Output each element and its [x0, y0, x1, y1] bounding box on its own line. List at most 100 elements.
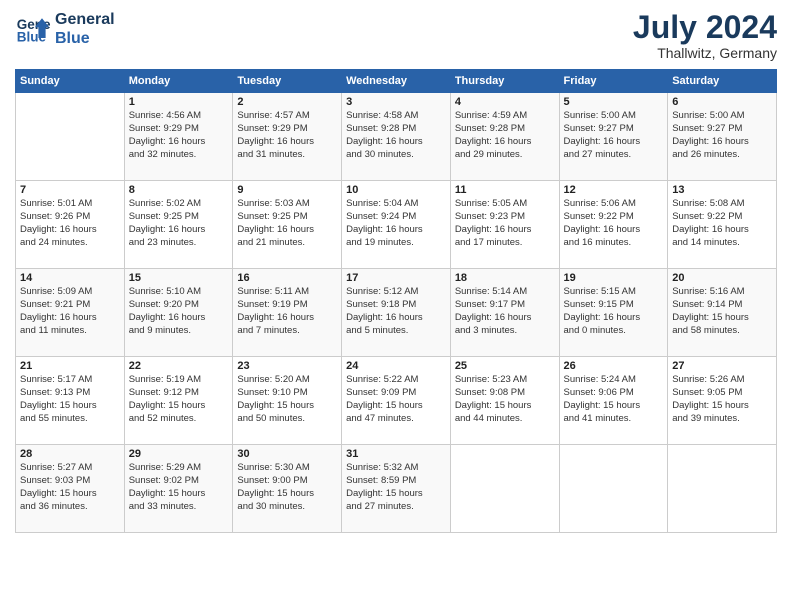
- day-info: Sunrise: 5:23 AMSunset: 9:08 PMDaylight:…: [455, 374, 555, 425]
- day-number: 7: [20, 184, 120, 196]
- day-number: 6: [672, 96, 772, 108]
- logo-icon: General Blue: [15, 11, 51, 47]
- day-number: 22: [129, 360, 229, 372]
- calendar-cell: 10 Sunrise: 5:04 AMSunset: 9:24 PMDayligh…: [342, 181, 451, 269]
- calendar-cell: 14 Sunrise: 5:09 AMSunset: 9:21 PMDayligh…: [16, 269, 125, 357]
- calendar-cell: 8 Sunrise: 5:02 AMSunset: 9:25 PMDaylight…: [124, 181, 233, 269]
- calendar-cell: 23 Sunrise: 5:20 AMSunset: 9:10 PMDayligh…: [233, 357, 342, 445]
- day-info: Sunrise: 5:01 AMSunset: 9:26 PMDaylight:…: [20, 198, 120, 249]
- week-row-1: 1Sunrise: 4:56 AMSunset: 9:29 PMDaylight…: [16, 93, 777, 181]
- calendar-cell: 21Sunrise: 5:17 AMSunset: 9:13 PMDayligh…: [16, 357, 125, 445]
- calendar-table: Sunday Monday Tuesday Wednesday Thursday…: [15, 69, 777, 533]
- day-number: 19: [564, 272, 664, 284]
- col-saturday: Saturday: [668, 70, 777, 93]
- day-info: Sunrise: 5:08 AMSunset: 9:22 PMDaylight:…: [672, 198, 772, 249]
- day-info: Sunrise: 5:09 AMSunset: 9:21 PMDaylight:…: [20, 286, 120, 337]
- calendar-cell: 16 Sunrise: 5:11 AMSunset: 9:19 PMDayligh…: [233, 269, 342, 357]
- week-row-5: 28 Sunrise: 5:27 AMSunset: 9:03 PMDayligh…: [16, 445, 777, 533]
- day-info: Sunrise: 5:14 AMSunset: 9:17 PMDaylight:…: [455, 286, 555, 337]
- calendar-cell: [668, 445, 777, 533]
- day-number: 23: [237, 360, 337, 372]
- day-info: Sunrise: 5:00 AMSunset: 9:27 PMDaylight:…: [564, 110, 664, 161]
- day-info: Sunrise: 5:17 AMSunset: 9:13 PMDaylight:…: [20, 374, 120, 425]
- month-title: July 2024: [633, 10, 777, 45]
- day-info: Sunrise: 5:24 AMSunset: 9:06 PMDaylight:…: [564, 374, 664, 425]
- calendar-cell: 26 Sunrise: 5:24 AMSunset: 9:06 PMDayligh…: [559, 357, 668, 445]
- day-info: Sunrise: 5:12 AMSunset: 9:18 PMDaylight:…: [346, 286, 446, 337]
- week-row-2: 7 Sunrise: 5:01 AMSunset: 9:26 PMDaylight…: [16, 181, 777, 269]
- calendar-cell: 20Sunrise: 5:16 AMSunset: 9:14 PMDayligh…: [668, 269, 777, 357]
- calendar-cell: [16, 93, 125, 181]
- day-number: 27: [672, 360, 772, 372]
- calendar-cell: 17Sunrise: 5:12 AMSunset: 9:18 PMDayligh…: [342, 269, 451, 357]
- calendar-cell: [450, 445, 559, 533]
- calendar-cell: 31Sunrise: 5:32 AMSunset: 8:59 PMDayligh…: [342, 445, 451, 533]
- day-info: Sunrise: 5:02 AMSunset: 9:25 PMDaylight:…: [129, 198, 229, 249]
- day-info: Sunrise: 5:11 AMSunset: 9:19 PMDaylight:…: [237, 286, 337, 337]
- day-info: Sunrise: 5:22 AMSunset: 9:09 PMDaylight:…: [346, 374, 446, 425]
- day-info: Sunrise: 5:10 AMSunset: 9:20 PMDaylight:…: [129, 286, 229, 337]
- day-number: 14: [20, 272, 120, 284]
- col-friday: Friday: [559, 70, 668, 93]
- day-info: Sunrise: 5:15 AMSunset: 9:15 PMDaylight:…: [564, 286, 664, 337]
- calendar-cell: 9 Sunrise: 5:03 AMSunset: 9:25 PMDaylight…: [233, 181, 342, 269]
- calendar-cell: 11Sunrise: 5:05 AMSunset: 9:23 PMDayligh…: [450, 181, 559, 269]
- day-number: 28: [20, 448, 120, 460]
- day-number: 9: [237, 184, 337, 196]
- day-number: 20: [672, 272, 772, 284]
- day-info: Sunrise: 4:58 AMSunset: 9:28 PMDaylight:…: [346, 110, 446, 161]
- day-info: Sunrise: 5:20 AMSunset: 9:10 PMDaylight:…: [237, 374, 337, 425]
- col-monday: Monday: [124, 70, 233, 93]
- day-info: Sunrise: 5:27 AMSunset: 9:03 PMDaylight:…: [20, 462, 120, 513]
- day-number: 16: [237, 272, 337, 284]
- day-info: Sunrise: 4:59 AMSunset: 9:28 PMDaylight:…: [455, 110, 555, 161]
- calendar-cell: 5 Sunrise: 5:00 AMSunset: 9:27 PMDaylight…: [559, 93, 668, 181]
- day-info: Sunrise: 5:19 AMSunset: 9:12 PMDaylight:…: [129, 374, 229, 425]
- calendar-cell: 6 Sunrise: 5:00 AMSunset: 9:27 PMDaylight…: [668, 93, 777, 181]
- day-number: 26: [564, 360, 664, 372]
- col-thursday: Thursday: [450, 70, 559, 93]
- week-row-3: 14 Sunrise: 5:09 AMSunset: 9:21 PMDayligh…: [16, 269, 777, 357]
- calendar-cell: 25 Sunrise: 5:23 AMSunset: 9:08 PMDayligh…: [450, 357, 559, 445]
- day-number: 4: [455, 96, 555, 108]
- week-row-4: 21Sunrise: 5:17 AMSunset: 9:13 PMDayligh…: [16, 357, 777, 445]
- day-info: Sunrise: 5:06 AMSunset: 9:22 PMDaylight:…: [564, 198, 664, 249]
- calendar-cell: 4 Sunrise: 4:59 AMSunset: 9:28 PMDaylight…: [450, 93, 559, 181]
- calendar-cell: [559, 445, 668, 533]
- calendar-header-row: Sunday Monday Tuesday Wednesday Thursday…: [16, 70, 777, 93]
- calendar-cell: 30Sunrise: 5:30 AMSunset: 9:00 PMDayligh…: [233, 445, 342, 533]
- location: Thallwitz, Germany: [633, 45, 777, 61]
- col-wednesday: Wednesday: [342, 70, 451, 93]
- page-header: General Blue General Blue July 2024 Thal…: [15, 10, 777, 61]
- day-info: Sunrise: 5:29 AMSunset: 9:02 PMDaylight:…: [129, 462, 229, 513]
- day-number: 11: [455, 184, 555, 196]
- day-number: 10: [346, 184, 446, 196]
- day-number: 25: [455, 360, 555, 372]
- day-number: 13: [672, 184, 772, 196]
- day-number: 5: [564, 96, 664, 108]
- day-number: 12: [564, 184, 664, 196]
- calendar-cell: 19 Sunrise: 5:15 AMSunset: 9:15 PMDayligh…: [559, 269, 668, 357]
- day-info: Sunrise: 5:32 AMSunset: 8:59 PMDaylight:…: [346, 462, 446, 513]
- day-number: 8: [129, 184, 229, 196]
- logo-line1: General: [55, 10, 115, 29]
- calendar-cell: 15 Sunrise: 5:10 AMSunset: 9:20 PMDayligh…: [124, 269, 233, 357]
- day-number: 18: [455, 272, 555, 284]
- calendar-cell: 24 Sunrise: 5:22 AMSunset: 9:09 PMDayligh…: [342, 357, 451, 445]
- calendar-cell: 1Sunrise: 4:56 AMSunset: 9:29 PMDaylight…: [124, 93, 233, 181]
- logo: General Blue General Blue: [15, 10, 115, 48]
- calendar-cell: 22 Sunrise: 5:19 AMSunset: 9:12 PMDayligh…: [124, 357, 233, 445]
- day-info: Sunrise: 4:57 AMSunset: 9:29 PMDaylight:…: [237, 110, 337, 161]
- calendar-cell: 18 Sunrise: 5:14 AMSunset: 9:17 PMDayligh…: [450, 269, 559, 357]
- day-info: Sunrise: 5:04 AMSunset: 9:24 PMDaylight:…: [346, 198, 446, 249]
- day-number: 3: [346, 96, 446, 108]
- day-number: 24: [346, 360, 446, 372]
- day-info: Sunrise: 5:03 AMSunset: 9:25 PMDaylight:…: [237, 198, 337, 249]
- day-number: 15: [129, 272, 229, 284]
- day-number: 29: [129, 448, 229, 460]
- calendar-cell: 29 Sunrise: 5:29 AMSunset: 9:02 PMDayligh…: [124, 445, 233, 533]
- day-info: Sunrise: 4:56 AMSunset: 9:29 PMDaylight:…: [129, 110, 229, 161]
- col-sunday: Sunday: [16, 70, 125, 93]
- day-info: Sunrise: 5:00 AMSunset: 9:27 PMDaylight:…: [672, 110, 772, 161]
- title-block: July 2024 Thallwitz, Germany: [633, 10, 777, 61]
